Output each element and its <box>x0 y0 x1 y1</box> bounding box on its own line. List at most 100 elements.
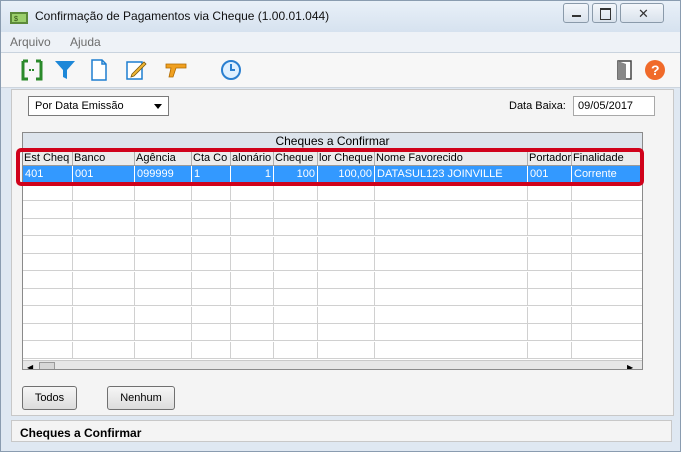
empty-cell <box>192 201 231 219</box>
empty-cell <box>231 341 274 359</box>
table-row[interactable] <box>23 341 642 359</box>
empty-cell <box>318 306 375 324</box>
col-est-cheq[interactable]: Est Cheq <box>23 151 73 165</box>
table-row[interactable] <box>23 201 642 219</box>
empty-cell <box>23 271 73 289</box>
sort-order-select[interactable]: Por Data Emissão <box>28 96 169 116</box>
empty-cell <box>135 271 192 289</box>
empty-cell <box>73 289 135 306</box>
empty-cell <box>274 184 318 201</box>
table-row[interactable] <box>23 306 642 324</box>
edit-icon[interactable] <box>124 59 148 81</box>
table-row[interactable] <box>23 271 642 289</box>
table-row[interactable] <box>23 289 642 306</box>
horizontal-scroll-thumb[interactable] <box>39 362 55 369</box>
bracket-select-icon[interactable] <box>20 59 44 81</box>
empty-cell <box>135 289 192 306</box>
col-finalidade[interactable]: Finalidade <box>572 151 642 165</box>
empty-cell <box>274 306 318 324</box>
maximize-button[interactable] <box>592 3 617 23</box>
col-valor-cheque[interactable]: lor Cheque <box>318 151 375 165</box>
empty-cell <box>73 201 135 219</box>
cell-banco: 001 <box>73 166 135 183</box>
table-row[interactable] <box>23 254 642 271</box>
empty-cell <box>73 184 135 201</box>
minimize-button[interactable] <box>563 3 589 23</box>
empty-cell <box>274 254 318 271</box>
empty-cell <box>318 289 375 306</box>
filter-icon[interactable] <box>53 59 77 81</box>
empty-cell <box>73 254 135 271</box>
nenhum-button[interactable]: Nenhum <box>107 386 175 410</box>
empty-cell <box>23 201 73 219</box>
empty-cell <box>375 219 528 236</box>
svg-text:$: $ <box>14 16 18 23</box>
chevron-down-icon <box>154 104 162 109</box>
empty-cell <box>73 306 135 324</box>
empty-cell <box>135 184 192 201</box>
empty-cell <box>572 254 642 271</box>
empty-cell <box>528 289 572 306</box>
empty-cell <box>23 324 73 341</box>
data-baixa-value: 09/05/2017 <box>578 100 634 112</box>
col-banco[interactable]: Banco <box>73 151 135 165</box>
col-cheque[interactable]: Cheque <box>274 151 318 165</box>
todos-button[interactable]: Todos <box>22 386 77 410</box>
empty-cell <box>135 254 192 271</box>
col-talonario[interactable]: alonário <box>231 151 274 165</box>
table-row[interactable] <box>23 324 642 341</box>
empty-cell <box>274 236 318 254</box>
empty-cell <box>375 236 528 254</box>
empty-cell <box>192 289 231 306</box>
empty-cell <box>231 271 274 289</box>
empty-cell <box>231 289 274 306</box>
svg-text:?: ? <box>651 62 660 78</box>
empty-cell <box>318 271 375 289</box>
cell-cta-co: 1 <box>192 166 231 183</box>
menu-bar: Arquivo Ajuda <box>1 32 680 53</box>
table-row[interactable] <box>23 219 642 236</box>
table-row[interactable]: 401 001 099999 1 1 100 100,00 DATASUL123… <box>23 166 642 183</box>
empty-cell <box>572 289 642 306</box>
empty-cell <box>23 289 73 306</box>
menu-ajuda[interactable]: Ajuda <box>70 35 101 49</box>
window-title: Confirmação de Pagamentos via Cheque (1.… <box>35 9 330 23</box>
col-nome-favorecido[interactable]: Nome Favorecido <box>375 151 528 165</box>
empty-cell <box>318 201 375 219</box>
empty-cell <box>23 236 73 254</box>
empty-cell <box>375 254 528 271</box>
cell-agencia: 099999 <box>135 166 192 183</box>
scroll-right-icon[interactable]: ▶ <box>627 363 633 369</box>
table-row[interactable] <box>23 236 642 254</box>
empty-cell <box>192 271 231 289</box>
cell-cheque: 100 <box>274 166 318 183</box>
empty-cell <box>231 236 274 254</box>
empty-cell <box>318 341 375 359</box>
empty-cell <box>192 219 231 236</box>
empty-cell <box>375 324 528 341</box>
table-row[interactable] <box>23 184 642 201</box>
clock-icon[interactable] <box>219 59 243 81</box>
help-icon[interactable]: ? <box>643 59 667 81</box>
col-cta-co[interactable]: Cta Co <box>192 151 231 165</box>
cell-est-cheq: 401 <box>23 166 73 183</box>
close-button[interactable]: ✕ <box>620 3 664 23</box>
menu-arquivo[interactable]: Arquivo <box>10 35 51 49</box>
horizontal-scrollbar[interactable]: ◀ ▶ <box>23 360 642 369</box>
empty-cell <box>318 236 375 254</box>
gun-icon[interactable] <box>164 59 188 81</box>
empty-cell <box>73 324 135 341</box>
empty-cell <box>135 201 192 219</box>
empty-cell <box>135 219 192 236</box>
empty-cell <box>192 341 231 359</box>
empty-cell <box>192 324 231 341</box>
exit-door-icon[interactable] <box>613 59 637 81</box>
empty-cell <box>73 219 135 236</box>
col-portador[interactable]: Portador <box>528 151 572 165</box>
col-agencia[interactable]: Agência <box>135 151 192 165</box>
empty-cell <box>274 289 318 306</box>
scroll-left-icon[interactable]: ◀ <box>27 363 33 369</box>
empty-cell <box>23 219 73 236</box>
data-baixa-field[interactable]: 09/05/2017 <box>573 96 655 116</box>
new-document-icon[interactable] <box>87 59 111 81</box>
